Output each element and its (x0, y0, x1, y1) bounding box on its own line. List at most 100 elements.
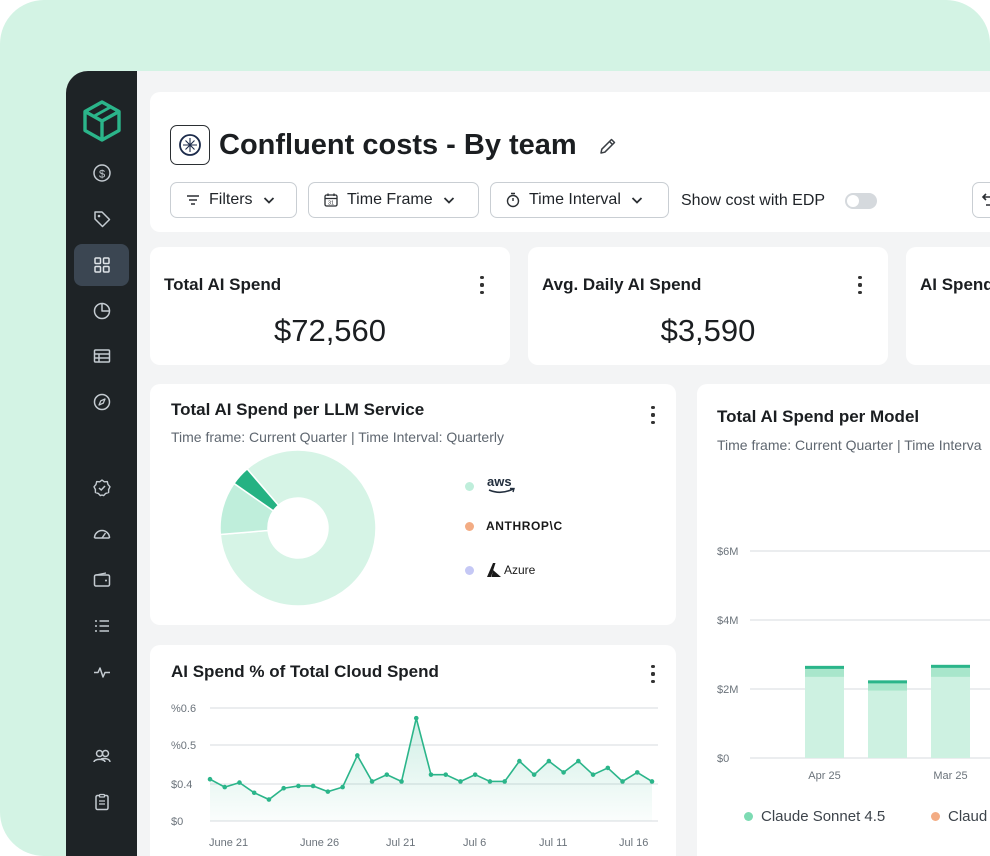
gauge-icon[interactable] (74, 513, 129, 555)
y-tick-label: $6M (717, 546, 738, 558)
x-tick-label: Jul 16 (619, 837, 648, 849)
aws-logo: aws (487, 475, 515, 494)
svg-text:aws: aws (487, 475, 512, 489)
time-interval-button[interactable]: Time Interval (490, 182, 669, 218)
bar-segment-sonnet (805, 676, 844, 758)
undo-icon (981, 193, 990, 206)
clipboard-icon[interactable] (74, 781, 129, 823)
pie-icon[interactable] (74, 290, 129, 332)
more-menu-icon[interactable] (479, 276, 485, 294)
tag-icon[interactable] (74, 198, 129, 240)
users-icon[interactable] (74, 735, 129, 777)
data-point (384, 772, 390, 777)
chevron-down-icon (443, 197, 454, 204)
anthropic-logo-text: ANTHROP\C (486, 519, 563, 533)
data-point (517, 758, 522, 764)
chevron-down-icon (263, 197, 274, 204)
y-tick-label: $4M (717, 615, 738, 627)
page-header: Confluent costs - By team Filters 31 Tim… (150, 92, 990, 232)
chart-subtitle: Time frame: Current Quarter | Time Inter… (171, 429, 504, 445)
data-point (605, 765, 611, 771)
app-window: $ Confluent costs - By team Filters 31 T… (66, 71, 990, 856)
data-point (340, 784, 345, 790)
x-tick-label: Jul 21 (386, 837, 415, 849)
azure-label: Azure (504, 563, 536, 577)
svg-text:$: $ (98, 169, 104, 181)
list-icon[interactable] (74, 605, 129, 647)
y-tick-label: %0.5 (171, 740, 196, 752)
chevron-down-icon (631, 197, 643, 204)
edp-toggle[interactable] (845, 193, 877, 209)
bar-segment-sonnet (931, 676, 970, 758)
legend-dot (465, 481, 474, 491)
data-point (310, 783, 316, 789)
legend-dot (465, 565, 474, 575)
pencil-edit-icon[interactable] (597, 135, 619, 157)
filter-lines-icon (187, 195, 199, 205)
legend-dot (465, 521, 474, 531)
kpi-value: $3,590 (660, 313, 756, 348)
timeframe-button[interactable]: 31 Time Frame (308, 182, 479, 218)
dollar-icon[interactable]: $ (74, 152, 129, 194)
area-chart: $0 $0.4 %0.5 %0.6 June 21 June 26 Jul 21 Jul 6 J… (171, 703, 658, 849)
data-point (620, 779, 625, 784)
grid-icon[interactable] (74, 244, 129, 286)
model-spend-card: Total AI Spend per Model Time frame: Cur… (697, 384, 990, 856)
legend-item-azure: Azure (465, 562, 535, 578)
wallet-icon[interactable] (74, 559, 129, 601)
x-tick-label: Mar 25 (933, 770, 967, 782)
data-point (296, 783, 301, 789)
more-menu-icon[interactable] (650, 406, 656, 424)
compass-icon[interactable] (74, 381, 129, 423)
data-point (458, 779, 463, 784)
bar-segment-sonnet (868, 690, 907, 758)
y-tick-label: $2M (717, 684, 738, 696)
data-point (266, 797, 272, 802)
kpi-avg-daily-ai-spend: Avg. Daily AI Spend $3,590 (528, 247, 888, 365)
legend-item-claude-other: Claud (931, 808, 987, 825)
x-tick-label: June 26 (300, 837, 339, 849)
x-tick-label: June 21 (209, 837, 248, 849)
page-title: Confluent costs - By team (219, 129, 577, 161)
filters-button[interactable]: Filters (170, 182, 297, 218)
y-tick-label: $0 (171, 816, 183, 828)
data-point (531, 772, 537, 777)
bar-cap (805, 665, 844, 669)
bar-chart: $0 $2M $4M $6M Apr 25 Mar 25 (717, 546, 990, 782)
calendar-icon: 31 (324, 193, 338, 207)
data-point (649, 779, 655, 784)
data-point (576, 758, 581, 764)
data-point (222, 784, 228, 790)
svg-text:31: 31 (328, 201, 334, 207)
azure-icon (487, 563, 501, 577)
legend-dot (744, 812, 753, 821)
data-point (355, 753, 360, 758)
y-tick-label: %0.6 (171, 703, 196, 715)
pulse-icon[interactable] (74, 651, 129, 693)
sidebar: $ (66, 71, 137, 856)
legend-label: Claud (948, 808, 988, 825)
data-point (413, 715, 419, 721)
stopwatch-icon (506, 192, 520, 208)
x-tick-label: Jul 11 (539, 837, 568, 849)
kpi-title: AI Spend (920, 275, 990, 294)
badge-check-icon[interactable] (74, 467, 129, 509)
chart-title: Total AI Spend per LLM Service (171, 400, 425, 419)
undo-button[interactable] (972, 182, 990, 218)
kpi-value: $72,560 (273, 313, 387, 348)
data-point (443, 772, 449, 777)
data-point (428, 772, 434, 777)
data-point (207, 776, 213, 782)
more-menu-icon[interactable] (857, 276, 863, 294)
table-icon[interactable] (74, 335, 129, 377)
kpi-title: Avg. Daily AI Spend (542, 275, 702, 294)
legend-item-anthropic: ANTHROP\C (465, 519, 563, 533)
legend-dot (931, 812, 940, 821)
legend-item-sonnet: Claude Sonnet 4.5 (744, 808, 885, 825)
data-point (487, 779, 493, 784)
data-point (634, 770, 640, 775)
area-fill (210, 718, 652, 821)
data-point (590, 772, 596, 777)
cube-logo[interactable] (80, 99, 124, 143)
kpi-total-ai-spend: Total AI Spend $72,560 (150, 247, 510, 365)
